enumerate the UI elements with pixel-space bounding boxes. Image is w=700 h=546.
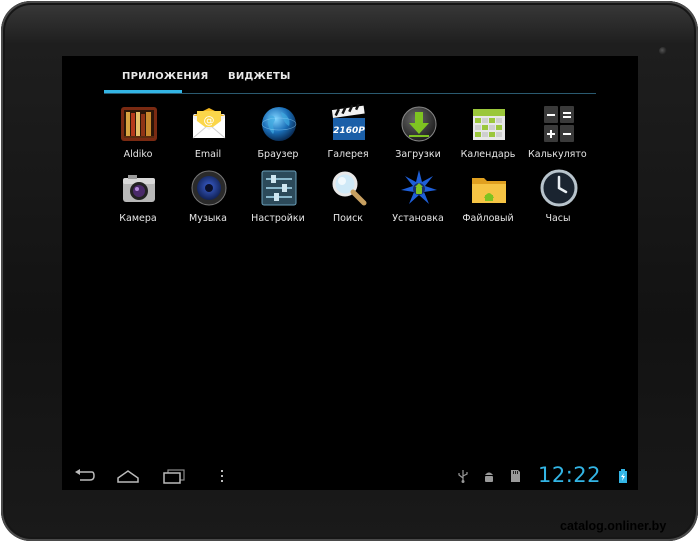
android-debug-icon	[485, 472, 493, 482]
system-bar: 12:22	[62, 460, 638, 490]
clock-time: 12:22	[538, 463, 602, 487]
books-icon	[121, 107, 157, 141]
tab-apps[interactable]: ПРИЛОЖЕНИЯ	[122, 71, 208, 89]
camera-icon	[123, 175, 155, 202]
app-label: Галерея	[327, 149, 369, 160]
installer-icon	[401, 170, 437, 204]
app-label: Календарь	[460, 149, 516, 160]
app-search[interactable]: Поиск	[316, 168, 380, 228]
app-label: Установка	[392, 213, 444, 224]
screen: ПРИЛОЖЕНИЯ ВИДЖЕТЫ Aldiko @ Email Браузе…	[62, 56, 638, 490]
menu-icon[interactable]	[210, 468, 234, 484]
app-label: Email	[194, 149, 222, 160]
app-music[interactable]: Музыка	[176, 168, 240, 228]
app-label: Файловый	[462, 213, 514, 224]
app-downloads[interactable]: Загрузки	[386, 104, 450, 164]
app-label: Aldiko	[123, 149, 153, 160]
app-settings[interactable]: Настройки	[246, 168, 310, 228]
app-calculator[interactable]: Калькулято	[526, 104, 590, 164]
app-label: Браузер	[257, 149, 299, 160]
globe-icon	[261, 107, 297, 141]
app-label: Часы	[545, 213, 571, 224]
gallery-badge: 2160P	[333, 126, 365, 136]
app-aldiko[interactable]: Aldiko	[106, 104, 170, 164]
email-icon: @	[192, 108, 226, 139]
speaker-icon	[191, 170, 227, 206]
back-icon[interactable]	[72, 468, 96, 484]
app-camera[interactable]: Камера	[106, 168, 170, 228]
app-email[interactable]: @ Email	[176, 104, 240, 164]
clock-icon	[540, 169, 578, 207]
app-label: Поиск	[332, 213, 364, 224]
app-browser[interactable]: Браузер	[246, 104, 310, 164]
battery-charging-icon	[619, 469, 627, 483]
sd-card-icon	[511, 470, 520, 482]
app-label: Загрузки	[395, 149, 441, 160]
svg-text:@: @	[204, 114, 215, 127]
front-camera	[659, 47, 667, 55]
calculator-icon	[544, 106, 574, 142]
app-label: Калькулято	[528, 149, 587, 160]
app-label: Настройки	[251, 213, 305, 224]
app-drawer-tabs: ПРИЛОЖЕНИЯ ВИДЖЕТЫ	[104, 56, 596, 96]
app-gallery[interactable]: 2160P Галерея	[316, 104, 380, 164]
tab-divider	[104, 93, 596, 94]
tab-widgets[interactable]: ВИДЖЕТЫ	[228, 71, 291, 89]
app-file-manager[interactable]: Файловый	[456, 168, 520, 228]
usb-icon	[458, 470, 468, 483]
clapperboard-icon: 2160P	[331, 104, 365, 140]
app-label: Музыка	[189, 213, 227, 224]
calendar-icon	[473, 109, 505, 140]
sliders-icon	[261, 170, 297, 206]
app-label: Камера	[119, 213, 157, 224]
download-icon	[401, 106, 437, 142]
app-installer[interactable]: Установка	[386, 168, 450, 228]
folder-icon	[472, 178, 506, 203]
watermark: catalog.onliner.by	[560, 519, 667, 533]
app-clock[interactable]: Часы	[526, 168, 590, 228]
home-icon[interactable]	[116, 468, 140, 484]
recent-apps-icon[interactable]	[162, 468, 186, 484]
magnifier-icon	[332, 171, 367, 206]
app-calendar[interactable]: Календарь	[456, 104, 520, 164]
